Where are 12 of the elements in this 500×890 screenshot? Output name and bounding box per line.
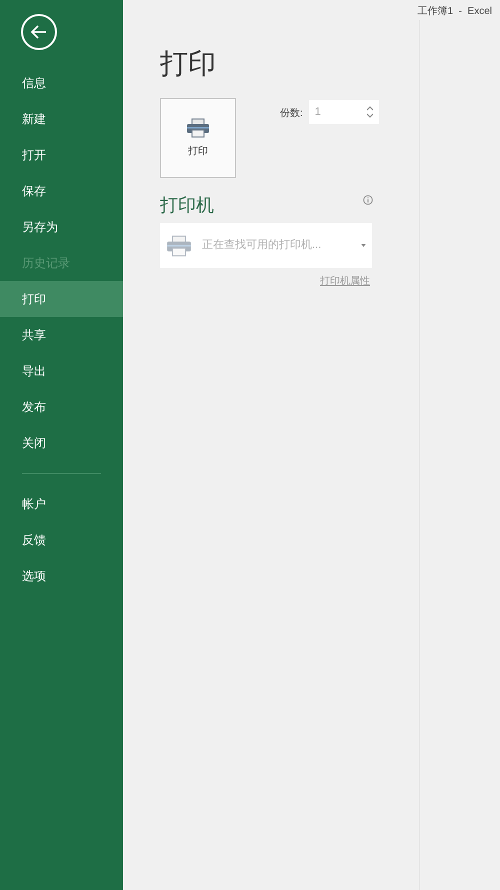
menu-item[interactable]: 打印: [0, 281, 123, 317]
print-button[interactable]: 打印: [160, 98, 236, 178]
page-title: 打印: [160, 50, 217, 78]
printer-icon: [186, 118, 210, 138]
printer-heading: 打印机: [160, 194, 214, 217]
window-title: 工作簿1 - Excel: [418, 5, 492, 19]
printer-icon: [166, 234, 192, 256]
copies-label: 份数:: [280, 107, 303, 121]
back-button[interactable]: [21, 14, 57, 50]
spinner-arrows-icon: [366, 106, 373, 118]
dropdown-caret-icon: [361, 244, 366, 247]
info-icon[interactable]: [363, 195, 373, 205]
